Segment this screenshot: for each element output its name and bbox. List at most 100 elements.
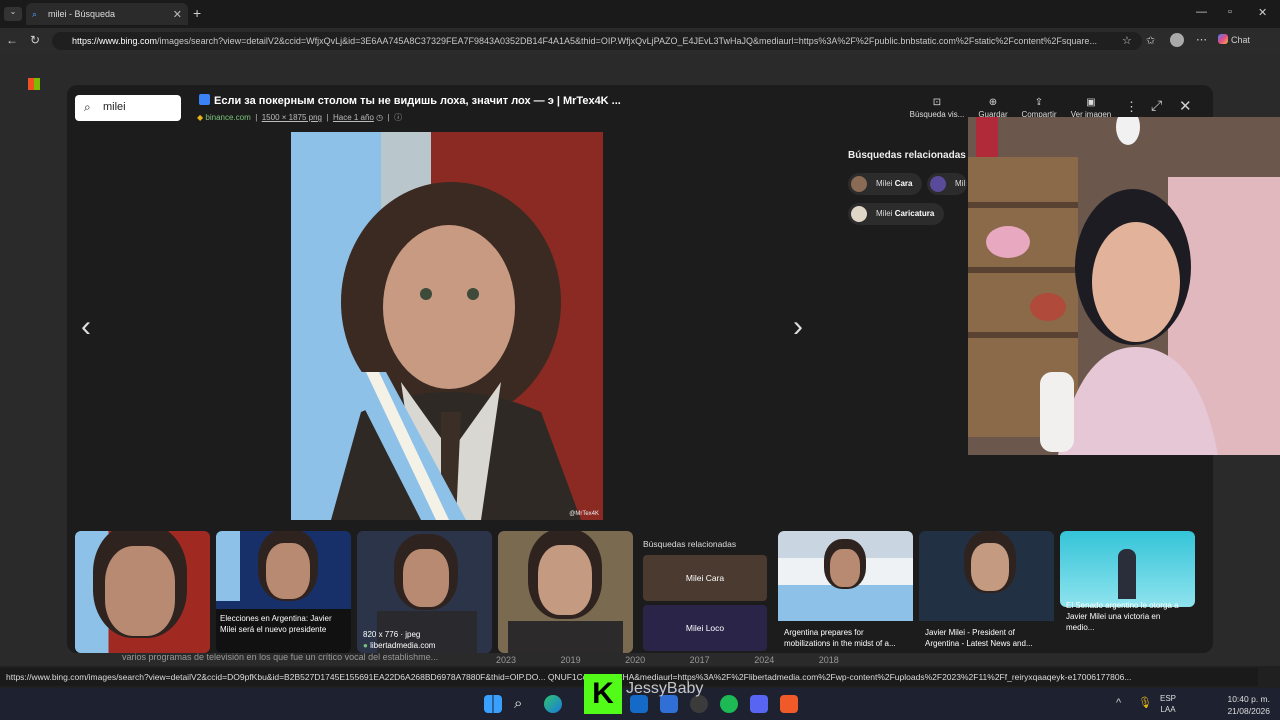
webcam-overlay: [968, 117, 1280, 455]
new-tab-button[interactable]: +: [193, 5, 201, 21]
thumbnail[interactable]: Elecciones en Argentina: Javier Milei se…: [216, 531, 351, 653]
next-arrow-icon[interactable]: ›: [793, 310, 803, 344]
share-icon: ⇪: [1034, 97, 1044, 108]
visual-search-button[interactable]: ⊡ Búsqueda vis...: [907, 97, 967, 119]
edge-icon[interactable]: [544, 695, 562, 713]
related-chip-milei-cara[interactable]: Milei Cara: [848, 173, 922, 195]
tab-title: milei - Búsqueda: [48, 9, 116, 19]
windows-start-icon[interactable]: [484, 695, 502, 713]
search-icon: ⌕: [84, 100, 91, 114]
thumb-caption: Javier Milei - President of Argentina - …: [925, 628, 1033, 648]
favorite-star-icon[interactable]: ☆: [1122, 34, 1132, 47]
thumb-face: [266, 543, 310, 599]
thumbnail[interactable]: El Senado argentino le otorga a Javier M…: [1060, 531, 1195, 653]
search-icon[interactable]: ⌕: [514, 695, 532, 713]
thumb-face: [403, 549, 449, 607]
thumbnail[interactable]: Argentina prepares for mobilizations in …: [778, 531, 913, 653]
image-source-link[interactable]: binance.com: [205, 113, 250, 122]
source-diamond-icon: ◆: [197, 113, 204, 122]
visual-search-icon: ⊡: [932, 97, 942, 108]
favorites-icon[interactable]: ✩: [1146, 34, 1155, 47]
expand-icon[interactable]: ⤢: [1151, 97, 1162, 114]
spotify-icon[interactable]: [720, 695, 738, 713]
lang-layout: LAA: [1160, 705, 1176, 714]
chat-label: Chat: [1231, 35, 1251, 45]
chip-bold: Caricatura: [894, 209, 935, 218]
avatar: [851, 176, 867, 192]
more-menu-icon[interactable]: ⋯: [1196, 33, 1207, 46]
chip-prefix: Milei: [876, 209, 893, 218]
source-favicon-icon: [199, 94, 210, 105]
thumb-caption: Elecciones en Argentina: Javier Milei se…: [216, 609, 351, 653]
thumb-caption: Argentina prepares for mobilizations in …: [784, 628, 896, 648]
image-title-text: Если за покерным столом ты не видишь лох…: [214, 95, 621, 107]
clock-time: 10:40 p. m.: [1227, 694, 1270, 704]
related-card-milei-cara[interactable]: Milei Cara: [643, 555, 767, 601]
microphone-icon[interactable]: 🎙: [1138, 696, 1152, 709]
copilot-icon: [1218, 34, 1228, 44]
chip-prefix: Mil: [955, 179, 966, 188]
thumbnail[interactable]: 820 x 776 · jpeg ● libertadmedia.com: [357, 531, 492, 653]
back-icon[interactable]: ←: [6, 33, 18, 47]
reload-icon[interactable]: ↻: [30, 33, 40, 47]
thumb-face: [971, 543, 1009, 591]
discord-icon[interactable]: [750, 695, 768, 713]
brave-icon[interactable]: [780, 695, 798, 713]
image-icon: ▣: [1086, 97, 1096, 108]
chip-bold: Cara: [894, 179, 913, 188]
url-field[interactable]: https://www.bing.com/images/search?view=…: [52, 32, 1142, 50]
address-bar: ← ↻ https://www.bing.com/images/search?v…: [0, 28, 1280, 54]
more-options-icon[interactable]: ⋮: [1125, 99, 1138, 115]
previous-arrow-icon[interactable]: ‹: [81, 310, 91, 344]
close-window-button[interactable]: ✕: [1258, 6, 1267, 19]
view-image-button[interactable]: ▣ Ver imagen: [1061, 97, 1121, 119]
close-tab-icon[interactable]: ✕: [173, 8, 182, 21]
copilot-chat-button[interactable]: Chat: [1218, 34, 1258, 45]
related-searches-card: Búsquedas relacionadas Milei Cara Milei …: [639, 531, 773, 653]
thumb-face: [538, 545, 592, 615]
maximize-button[interactable]: ▫: [1228, 6, 1232, 18]
share-button[interactable]: ⇪ Compartir: [1009, 97, 1069, 119]
viewer-search-input[interactable]: ⌕ milei: [75, 95, 181, 121]
related-card-milei-loco[interactable]: Milei Loco: [643, 605, 767, 651]
related-searches-title: Búsquedas relacionadas: [848, 150, 966, 161]
related-card-label: Milei Cara: [685, 573, 725, 583]
year-label: 2023: [496, 655, 517, 665]
avatar: [930, 176, 946, 192]
source-icon: ●: [363, 641, 368, 650]
close-viewer-icon[interactable]: ✕: [1179, 97, 1192, 115]
tab-bar: ⌄ ⌕ milei - Búsqueda ✕ + — ▫ ✕: [0, 0, 1280, 28]
thumbnail[interactable]: [75, 531, 210, 653]
thumbnail[interactable]: [498, 531, 633, 653]
tool-label: Búsqueda vis...: [909, 110, 965, 119]
image-age: Hace 1 año: [332, 113, 374, 122]
tab-menu-button[interactable]: ⌄: [4, 7, 22, 21]
image-meta: ◆ binance.com | 1500 × 1875 png | Hace 1…: [197, 113, 403, 122]
url-host: https://www.bing.com: [72, 36, 158, 46]
browser-tab[interactable]: ⌕ milei - Búsqueda ✕: [26, 3, 188, 25]
microsoft-logo-icon: [28, 78, 40, 90]
thumb-caption: 820 x 776 · jpeg ● libertadmedia.com: [363, 629, 486, 651]
profile-avatar[interactable]: [1170, 33, 1184, 47]
related-chip-milei-caricatura[interactable]: Milei Caricatura: [848, 203, 944, 225]
thumb-caption: El Senado argentino le otorga a Javier M…: [1066, 601, 1179, 632]
image-title[interactable]: Если за покерным столом ты не видишь лох…: [199, 94, 621, 107]
info-icon[interactable]: ⓘ: [394, 113, 402, 122]
search-value: milei: [103, 101, 126, 113]
main-image[interactable]: @MrTex4K: [291, 132, 603, 520]
kick-logo-icon: K: [584, 674, 622, 714]
thumb-face: [105, 546, 175, 636]
minimize-button[interactable]: —: [1196, 6, 1207, 18]
thumbnail[interactable]: Javier Milei - President of Argentina - …: [919, 531, 1054, 653]
related-card-label: Milei Loco: [685, 623, 725, 633]
language-indicator[interactable]: ESP LAA: [1160, 693, 1176, 715]
thumb-flag: [216, 531, 240, 601]
related-card-title: Búsquedas relacionadas: [643, 539, 737, 549]
related-chip-2[interactable]: Mil: [927, 173, 967, 195]
milei-portrait-image: [291, 132, 603, 520]
background-text: varios programas de televisión en los qu…: [122, 652, 439, 662]
thumb-figure: [1118, 549, 1136, 599]
tray-chevron-icon[interactable]: ^: [1116, 697, 1121, 709]
bing-search-icon: ⌕: [32, 9, 38, 19]
system-clock[interactable]: 10:40 p. m. 21/08/2026: [1227, 693, 1270, 717]
